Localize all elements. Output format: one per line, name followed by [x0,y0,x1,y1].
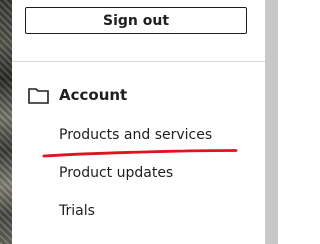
window-edge [278,0,283,244]
account-menu-window: Sign out Account Products and services P… [0,0,283,244]
red-annotation-underline [42,149,238,158]
scrollbar[interactable] [265,0,278,244]
